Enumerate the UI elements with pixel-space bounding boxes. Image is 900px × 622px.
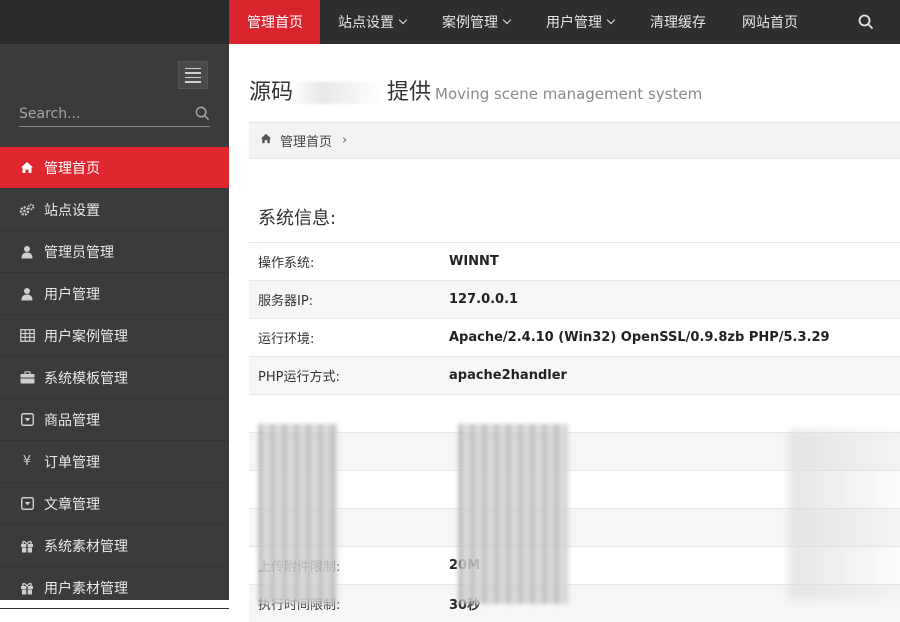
sidebar-item-label: 站点设置 xyxy=(44,202,100,219)
sidebar-item-label: 商品管理 xyxy=(44,412,100,429)
sidebar-menu: 管理首页 站点设置 管理员管理 用户管理 用户案例管理 系统模板管理 商品管理 … xyxy=(0,147,238,609)
info-value: 127.0.0.1 xyxy=(449,292,519,307)
sidebar-item-site-settings[interactable]: 站点设置 xyxy=(0,189,229,231)
sidebar-search-input[interactable] xyxy=(19,102,189,126)
top-nav: 管理首页 站点设置 案例管理 用户管理 清理缓存 网站首页 xyxy=(229,0,816,44)
nav-home[interactable]: 管理首页 xyxy=(229,0,320,44)
page-title: 源码 提供 Moving scene management system xyxy=(249,74,702,106)
bar-line xyxy=(185,81,201,83)
nav-case-management[interactable]: 案例管理 xyxy=(424,0,528,44)
info-key: 运行环境: xyxy=(258,332,315,347)
info-value: apache2handler xyxy=(449,368,567,383)
sidebar-search xyxy=(19,102,210,127)
search-icon[interactable] xyxy=(195,106,210,125)
main-content: 源码 提供 Moving scene management system 管理首页 … xyxy=(229,44,900,622)
caret-square-icon xyxy=(19,412,35,428)
table-row: 服务器IP: 127.0.0.1 xyxy=(249,280,900,318)
home-icon xyxy=(19,160,35,176)
sidebar-item-label: 用户素材管理 xyxy=(44,580,128,597)
table-row: 运行环境: Apache/2.4.10 (Win32) OpenSSL/0.9.8… xyxy=(249,318,900,356)
redacted-region xyxy=(789,429,900,599)
user-icon xyxy=(19,244,35,260)
table-row: PHP运行方式: apache2handler xyxy=(249,356,900,394)
nav-site-settings-label: 站点设置 xyxy=(338,15,394,31)
nav-case-management-label: 案例管理 xyxy=(442,15,498,31)
sidebar-item-admin-management[interactable]: 管理员管理 xyxy=(0,231,229,273)
search-icon[interactable] xyxy=(844,0,888,44)
cogs-icon xyxy=(19,202,35,218)
bar-line xyxy=(185,67,201,69)
sidebar-item-template-management[interactable]: 系统模板管理 xyxy=(0,357,229,399)
sidebar-item-label: 文章管理 xyxy=(44,496,100,513)
chevron-down-icon xyxy=(398,15,408,25)
sidebar-item-label: 管理首页 xyxy=(44,160,100,177)
sidebar-item-article-management[interactable]: 文章管理 xyxy=(0,483,229,525)
sidebar-item-label: 用户管理 xyxy=(44,286,100,303)
briefcase-icon xyxy=(19,370,35,386)
nav-site-settings[interactable]: 站点设置 xyxy=(320,0,424,44)
table-icon xyxy=(19,328,35,344)
sidebar-item-system-assets[interactable]: 系统素材管理 xyxy=(0,525,229,567)
menu-toggle-button[interactable] xyxy=(178,61,208,89)
sidebar-item-label: 用户案例管理 xyxy=(44,328,128,345)
info-key: 操作系统: xyxy=(258,256,315,271)
home-icon xyxy=(260,133,272,148)
info-key: PHP运行方式: xyxy=(258,370,340,385)
brand-area xyxy=(0,0,229,44)
sidebar-item-order-management[interactable]: ¥ 订单管理 xyxy=(0,441,229,483)
table-row xyxy=(249,394,900,432)
breadcrumb-home-link[interactable]: 管理首页 xyxy=(280,131,332,150)
table-row: 操作系统: WINNT xyxy=(249,242,900,280)
sidebar-item-user-case-management[interactable]: 用户案例管理 xyxy=(0,315,229,357)
gift-icon xyxy=(19,580,35,596)
nav-site-home-label: 网站首页 xyxy=(742,15,798,31)
sidebar-item-label: 管理员管理 xyxy=(44,244,114,261)
gift-icon xyxy=(19,538,35,554)
sidebar-item-product-management[interactable]: 商品管理 xyxy=(0,399,229,441)
caret-square-icon xyxy=(19,496,35,512)
user-icon xyxy=(19,286,35,302)
bar-line xyxy=(185,76,201,78)
sidebar-item-label: 订单管理 xyxy=(44,454,100,471)
redacted-region xyxy=(458,424,568,604)
redacted-region xyxy=(295,82,386,104)
page-title-suffix: 提供 xyxy=(387,80,432,105)
breadcrumb: 管理首页 › xyxy=(249,122,900,159)
nav-site-home[interactable]: 网站首页 xyxy=(724,0,816,44)
nav-clear-cache-label: 清理缓存 xyxy=(650,15,706,31)
info-value: WINNT xyxy=(449,254,499,269)
chevron-down-icon xyxy=(606,15,616,25)
info-key: 服务器IP: xyxy=(258,294,314,309)
nav-home-label: 管理首页 xyxy=(247,15,303,31)
page-subtitle: Moving scene management system xyxy=(435,85,703,103)
page-title-prefix: 源码 xyxy=(249,80,294,105)
top-navbar: 管理首页 站点设置 案例管理 用户管理 清理缓存 网站首页 xyxy=(0,0,900,44)
chevron-down-icon xyxy=(502,15,512,25)
nav-user-management[interactable]: 用户管理 xyxy=(528,0,632,44)
redacted-region xyxy=(258,424,338,604)
sidebar: 管理首页 站点设置 管理员管理 用户管理 用户案例管理 系统模板管理 商品管理 … xyxy=(0,44,238,609)
sidebar-item-user-management[interactable]: 用户管理 xyxy=(0,273,229,315)
breadcrumb-separator: › xyxy=(342,133,348,148)
nav-user-management-label: 用户管理 xyxy=(546,15,602,31)
sidebar-item-home[interactable]: 管理首页 xyxy=(0,147,238,189)
sidebar-item-user-assets[interactable]: 用户素材管理 xyxy=(0,567,229,609)
info-value: Apache/2.4.10 (Win32) OpenSSL/0.9.8zb PH… xyxy=(449,330,830,345)
yen-icon: ¥ xyxy=(22,454,32,469)
bar-line xyxy=(185,72,201,74)
section-title: 系统信息: xyxy=(258,208,337,229)
sidebar-item-label: 系统模板管理 xyxy=(44,370,128,387)
nav-clear-cache[interactable]: 清理缓存 xyxy=(632,0,724,44)
sidebar-item-label: 系统素材管理 xyxy=(44,538,128,555)
